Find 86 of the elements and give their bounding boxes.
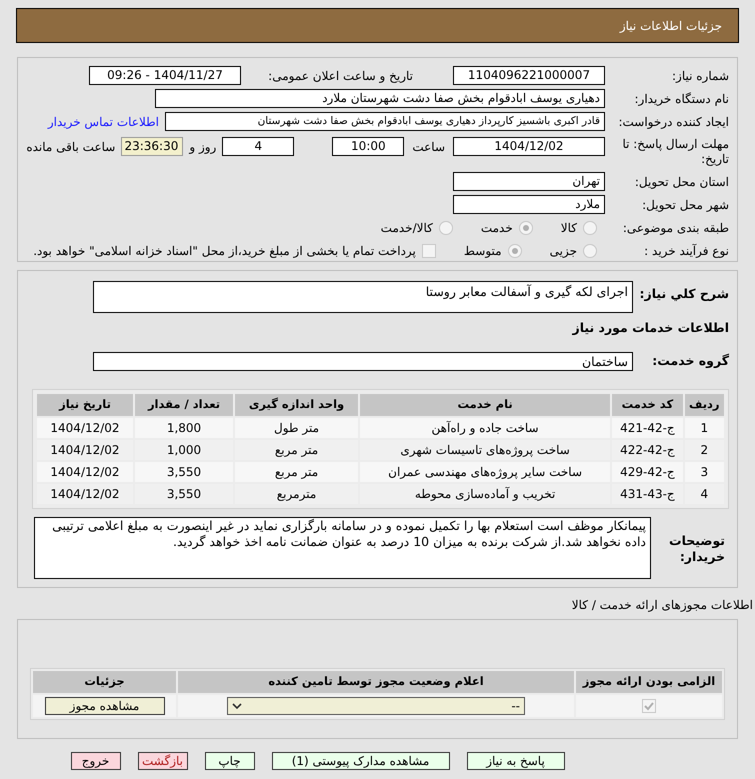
- action-button[interactable]: خروج: [70, 752, 120, 770]
- column-header: نام خدمت: [360, 394, 610, 416]
- days-field[interactable]: 4: [222, 137, 294, 156]
- radio-label: کالا/خدمت: [380, 220, 433, 237]
- contact-link[interactable]: اطلاعات تماس خریدار: [48, 112, 159, 130]
- field-label: تاریخ و ساعت اعلان عمومی:: [267, 68, 413, 84]
- table-cell: 1: [684, 418, 724, 438]
- radio-label: کالا: [560, 220, 577, 237]
- table-cell: 4: [684, 484, 724, 504]
- table-cell: 1404/12/02: [37, 484, 133, 504]
- section-title: اطلاعات خدمات مورد نیاز: [572, 320, 729, 335]
- field-label: استان محل تحویل:: [634, 174, 729, 191]
- table-cell: 1404/12/02: [37, 440, 133, 460]
- field-label: توضیحات خریدار:: [668, 532, 725, 565]
- column-header: واحد اندازه گیری: [235, 394, 358, 416]
- table-cell: 2: [684, 440, 724, 460]
- chevron-icon: [232, 702, 242, 710]
- radio-button[interactable]: [518, 220, 533, 235]
- table-cell: مترمربع: [235, 484, 358, 504]
- field-label: شهر محل تحویل:: [641, 196, 729, 214]
- province-field[interactable]: تهران: [453, 172, 605, 192]
- description-field[interactable]: اجرای لکه گیری و آسفالت معابر روستا: [93, 281, 633, 313]
- radio-label: متوسط: [464, 243, 502, 260]
- table-cell: ج-43-431: [612, 484, 683, 504]
- table-cell: 3,550: [135, 484, 233, 504]
- section-title: اطلاعات مجوزهای ارائه خدمت / کالا: [572, 598, 753, 612]
- checkbox[interactable]: [642, 699, 656, 713]
- radio-button[interactable]: [438, 220, 453, 235]
- radio-label: جزیی: [550, 243, 577, 260]
- table-cell: متر طول: [235, 418, 358, 438]
- table-cell: 1,800: [135, 418, 233, 438]
- table-cell: ج-42-422: [612, 440, 683, 460]
- status-dropdown[interactable]: --: [227, 697, 525, 715]
- column-header: ردیف: [684, 394, 724, 416]
- table-cell: ساخت پروژه‌های تاسیسات شهری: [360, 440, 610, 460]
- table-cell: تخریب و آماده‌سازی محوطه: [360, 484, 610, 504]
- page-title: جزئیات اطلاعات نیاز: [620, 18, 722, 34]
- radio-button[interactable]: [583, 220, 597, 235]
- column-header: اعلام وضعیت مجوز توسط تامین کننده: [178, 671, 574, 693]
- table-cell: 3,550: [135, 462, 233, 482]
- column-header: تاریخ نیاز: [37, 394, 133, 416]
- radio-button[interactable]: [508, 244, 522, 258]
- announce-date-field[interactable]: 1404/11/27 - 09:26: [89, 66, 241, 85]
- field-label: شماره نیاز:: [671, 68, 729, 84]
- view-license-button[interactable]: مشاهده مجوز: [44, 697, 164, 715]
- action-button[interactable]: بازگشت: [138, 752, 188, 770]
- field-label: ساعت: [412, 139, 445, 156]
- buyer-notes-field[interactable]: پیمانکار موظف است استعلام بها را تکمیل نموده و در سامانه بارگزاری نماید در غیر اینصورت به مبلغ اعلامی ترتیبی داده نخواهد شد.از شرکت برنده به میزان 10 درصد به عنوان ضمانت نامه اخذ خواهد گردید.: [34, 516, 651, 579]
- field-label: مهلت ارسال پاسخ: تا تاریخ:: [621, 137, 729, 167]
- action-button[interactable]: مشاهده مدارک پیوستی (1): [272, 752, 450, 770]
- checkbox[interactable]: [422, 244, 436, 258]
- table-cell: متر مربع: [235, 440, 358, 460]
- radio-button[interactable]: [583, 244, 597, 258]
- field-label: گروه خدمت:: [651, 352, 729, 370]
- table-cell: 1404/12/02: [37, 462, 133, 482]
- table-cell: ساخت سایر پروژه‌های مهندسی عمران: [360, 462, 610, 482]
- table-cell: ج-42-421: [612, 418, 683, 438]
- column-header: کد خدمت: [612, 394, 683, 416]
- table-cell: 3: [684, 462, 724, 482]
- city-field[interactable]: ملارد: [453, 195, 605, 214]
- field-label: نام دستگاه خریدار:: [634, 90, 729, 108]
- service-group-field[interactable]: ساختمان: [93, 352, 633, 371]
- deadline-time-field[interactable]: 10:00: [332, 137, 404, 156]
- column-header: تعداد / مقدار: [135, 394, 233, 416]
- table-cell: 1404/12/02: [37, 418, 133, 438]
- remaining-time-field: 23:36:30: [121, 137, 184, 156]
- creator-field[interactable]: قادر اکبری باشسیز کارپرداز دهیاری یوسف ابادقوام بخش صفا دشت شهرستان: [165, 112, 605, 131]
- table-cell: ج-42-429: [612, 462, 683, 482]
- action-button[interactable]: چاپ: [204, 752, 254, 770]
- field-label: شرح كلي نياز:: [638, 285, 729, 303]
- field-label: روز و: [189, 139, 216, 156]
- field-label: ایجاد کننده درخواست:: [617, 114, 729, 130]
- radio-label: خدمت: [480, 220, 513, 237]
- deadline-date-field[interactable]: 1404/12/02: [453, 137, 605, 156]
- buyer-field[interactable]: دهیاری یوسف ابادقوام بخش صفا دشت شهرستان ملارد: [155, 89, 605, 108]
- table-cell: متر مربع: [235, 462, 358, 482]
- field-label: نوع فرآیند خرید :: [643, 243, 729, 260]
- checkbox-label: پرداخت تمام یا بخشی از مبلغ خرید،از محل "اسناد خزانه اسلامی" خواهد بود.: [33, 243, 416, 260]
- table-cell: ساخت جاده و راه‌آهن: [360, 418, 610, 438]
- column-header: الزامی بودن ارائه مجوز: [576, 671, 722, 693]
- table-cell: 1,000: [135, 440, 233, 460]
- column-header: جزئیات: [33, 671, 176, 693]
- need-number-field[interactable]: 1104096221000007: [453, 66, 605, 85]
- field-label: ساعت باقی مانده: [26, 139, 116, 156]
- action-button[interactable]: پاسخ به نیاز: [466, 752, 564, 770]
- field-label: طبقه بندی موضوعی:: [622, 220, 729, 237]
